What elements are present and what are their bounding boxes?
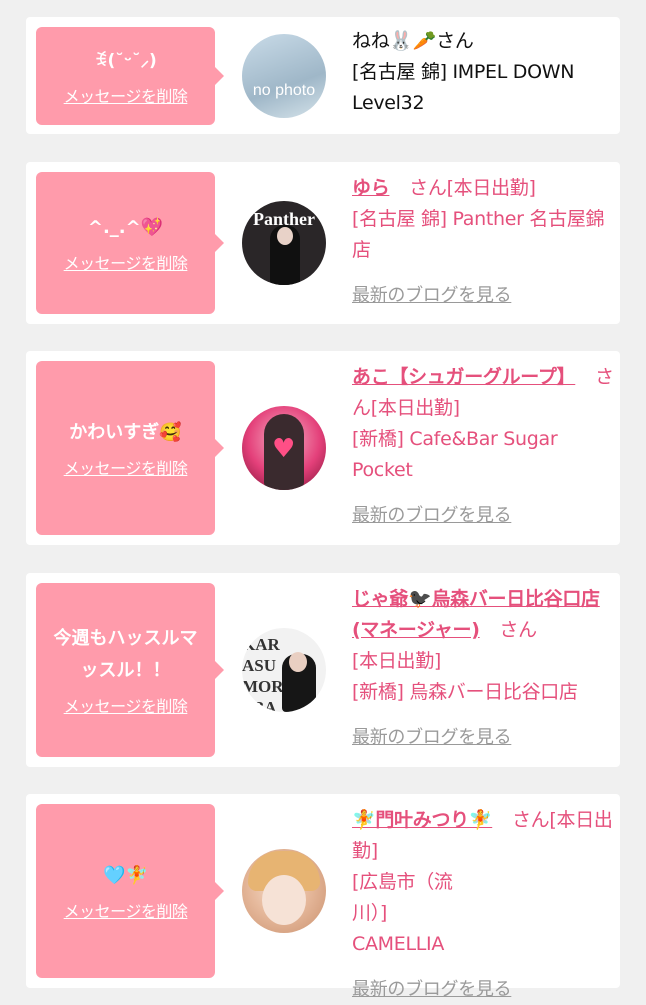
message-text: かわいすぎ🥰 — [69, 422, 182, 443]
profile-info: ゆら さん[本日出勤] [名古屋 錦] Panther 名古屋錦店 最新のブログ… — [352, 173, 614, 311]
latest-blog-link[interactable]: 最新のブログを見る — [352, 500, 614, 531]
message-text: ꉂ(˘ᵕ˘⸝) — [94, 51, 157, 71]
avatar[interactable]: ♥ — [242, 406, 326, 490]
heart-sticker-icon: ♥ — [272, 434, 296, 464]
delete-message-link[interactable]: メッセージを削除 — [64, 898, 188, 922]
working-today-status: [本日出勤] — [370, 397, 460, 419]
avatar-face — [277, 227, 293, 245]
delete-message-link[interactable]: メッセージを削除 — [64, 455, 188, 479]
latest-blog-link[interactable]: 最新のブログを見る — [352, 974, 614, 1005]
profile-name-link[interactable]: じゃ爺🐦‍⬛烏森バー日比谷口店(マネージャー) — [352, 588, 600, 641]
message-card: 今週もハッスルマッスル！！ メッセージを削除 KARASU MORI BAR じ… — [26, 573, 620, 767]
delete-message-link[interactable]: メッセージを削除 — [64, 83, 188, 107]
message-bubble: かわいすぎ🥰 メッセージを削除 — [36, 361, 224, 535]
honorific: さん — [409, 177, 447, 199]
avatar[interactable]: Panther — [242, 201, 326, 285]
shop-info: [広島市（流川）] CAMELLIA — [352, 871, 453, 955]
profile-info: ねね🐰🥕さん [名古屋 錦] IMPEL DOWN Level32 — [352, 26, 614, 119]
profile-info: あこ【シュガーグループ】 さん[本日出勤] [新橋] Cafe&Bar Suga… — [352, 362, 614, 531]
delete-message-link[interactable]: メッセージを削除 — [64, 250, 188, 274]
profile-name-link[interactable]: ゆら — [352, 177, 390, 199]
message-bubble: 今週もハッスルマッスル！！ メッセージを削除 — [36, 583, 224, 757]
shop-info: [名古屋 錦] Panther 名古屋錦店 — [352, 208, 605, 261]
working-today-status: [本日出勤] — [446, 177, 536, 199]
shop-info: [名古屋 錦] IMPEL DOWN Level32 — [352, 61, 575, 114]
delete-message-link[interactable]: メッセージを削除 — [64, 693, 188, 717]
message-bubble: ^._.^💖 メッセージを削除 — [36, 172, 224, 314]
message-text: 今週もハッスルマッスル！！ — [53, 628, 198, 681]
avatar[interactable] — [242, 849, 326, 933]
message-card: 🩵🧚 メッセージを削除 🧚門叶みつり🧚 さん[本日出勤] [広島市（流川）] C… — [26, 794, 620, 1000]
honorific: さん — [511, 809, 550, 831]
shop-info: [新橋] 烏森バー日比谷口店 — [352, 681, 578, 703]
latest-blog-link[interactable]: 最新のブログを見る — [352, 722, 614, 753]
profile-info: 🧚門叶みつり🧚 さん[本日出勤] [広島市（流川）] CAMELLIA 最新のブ… — [352, 805, 614, 1005]
message-bubble: 🩵🧚 メッセージを削除 — [36, 804, 224, 978]
avatar-placeholder-text: no photo — [252, 82, 316, 99]
latest-blog-link[interactable]: 最新のブログを見る — [352, 280, 614, 311]
message-card: かわいすぎ🥰 メッセージを削除 ♥ あこ【シュガーグループ】 さん[本日出勤] … — [26, 351, 620, 545]
avatar[interactable]: KARASU MORI BAR — [242, 628, 326, 712]
working-today-status: [本日出勤] — [352, 650, 442, 672]
profile-info: じゃ爺🐦‍⬛烏森バー日比谷口店(マネージャー) さん [本日出勤] [新橋] 烏… — [352, 584, 614, 753]
honorific: さん — [499, 619, 537, 641]
honorific: さん — [436, 30, 474, 52]
profile-name-link[interactable]: あこ【シュガーグループ】 — [352, 366, 576, 388]
message-bubble: ꉂ(˘ᵕ˘⸝) メッセージを削除 — [36, 27, 224, 125]
message-text: 🩵🧚 — [103, 865, 148, 886]
message-text: ^._.^💖 — [87, 217, 164, 238]
profile-name: ねね🐰🥕 — [352, 30, 437, 52]
avatar-face — [289, 652, 307, 672]
avatar-logo-text: KARASU MORI BAR — [242, 635, 284, 712]
profile-name-link[interactable]: 🧚門叶みつり🧚 — [352, 809, 493, 831]
message-card: ^._.^💖 メッセージを削除 Panther ゆら さん[本日出勤] [名古屋… — [26, 162, 620, 324]
shop-info: [新橋] Cafe&Bar Sugar Pocket — [352, 428, 558, 481]
avatar-face — [262, 875, 306, 925]
avatar[interactable]: no photo — [242, 34, 326, 118]
message-card: ꉂ(˘ᵕ˘⸝) メッセージを削除 no photo ねね🐰🥕さん [名古屋 錦]… — [26, 17, 620, 134]
